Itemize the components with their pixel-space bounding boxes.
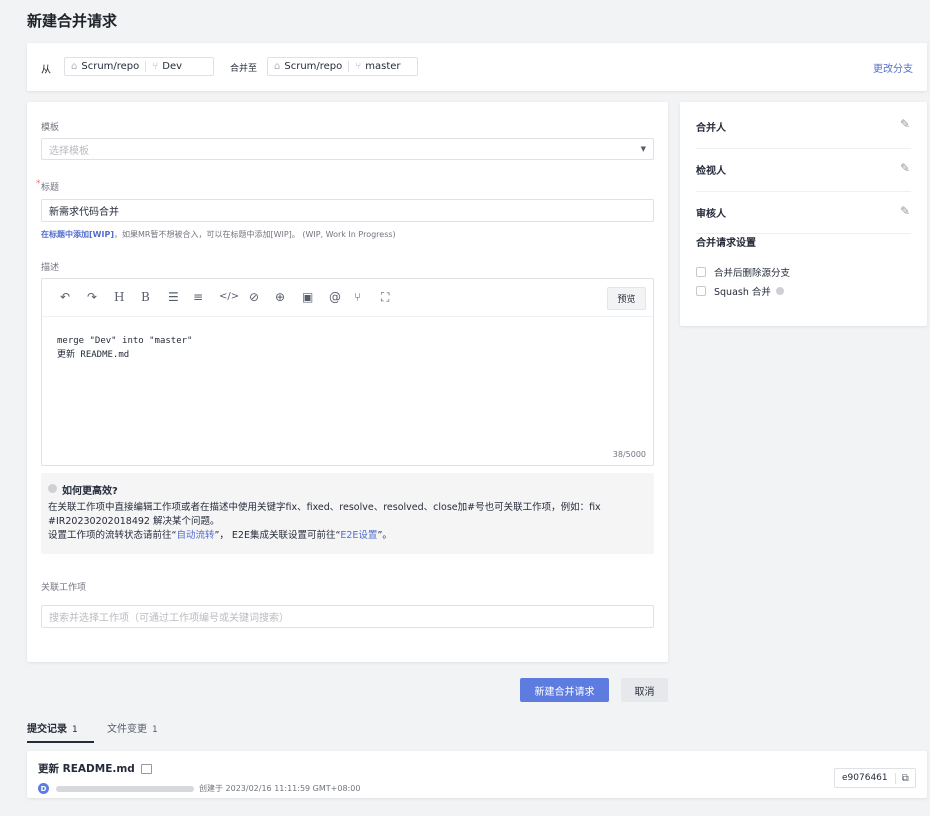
create-merge-request-button[interactable]: 新建合并请求 (520, 678, 609, 702)
target-repo: Scrum/repo (284, 61, 343, 72)
tips-panel: 如何更高效? 在关联工作项中直接编辑工作项或者在描述中使用关键字fix、fixe… (41, 473, 654, 554)
edit-icon[interactable]: ✎ (900, 117, 910, 131)
author-name-redacted (56, 786, 194, 792)
commit-item: 更新 README.md D 创建于 2023/02/16 11:11:59 G… (27, 751, 927, 798)
merge-request-form: 模板 选择模板 ▼ * 标题 新需求代码合并 在标题中添加[WIP]，如果MR暂… (27, 102, 668, 662)
template-placeholder: 选择模板 (49, 145, 89, 157)
tips-line: 在关联工作项中直接编辑工作项或者在描述中使用关键字fix、fixed、resol… (48, 502, 601, 513)
repo-icon: ⌂ (274, 61, 281, 72)
source-repo: Scrum/repo (81, 61, 140, 72)
description-label: 描述 (41, 263, 60, 273)
undo-icon[interactable]: ↶ (60, 290, 70, 304)
commit-hash-text: e9076461 (842, 773, 888, 783)
repo-icon: ⌂ (71, 61, 78, 72)
edit-icon[interactable]: ✎ (900, 161, 910, 175)
target-branch-select[interactable]: ⌂ Scrum/repo ⑂ master (267, 57, 418, 76)
squash-option[interactable]: Squash 合并 (696, 284, 784, 298)
tips-line: 设置工作项的流转状态请前往“自动流转”， E2E集成关联设置可前往“E2E设置”… (48, 530, 392, 541)
work-item-label: 关联工作项 (41, 583, 87, 593)
template-label: 模板 (41, 123, 60, 133)
wip-link[interactable]: 在标题中添加[WIP] (41, 230, 114, 239)
ordered-list-icon[interactable]: ≡ (193, 290, 203, 304)
insert-icon[interactable]: ⊕ (275, 290, 285, 304)
image-icon[interactable]: ▣ (302, 290, 313, 304)
from-label: 从 (41, 65, 51, 76)
merger-label: 合并人 (696, 123, 726, 134)
wip-hint: 在标题中添加[WIP]，如果MR暂不想被合入，可以在标题中添加[WIP]。 (W… (41, 229, 396, 240)
tab-commits[interactable]: 提交记录 1 (27, 720, 78, 735)
description-line: merge "Dev" into "master" (57, 336, 193, 346)
title-value: 新需求代码合并 (49, 207, 119, 218)
help-icon[interactable] (775, 287, 784, 295)
title-input[interactable]: 新需求代码合并 (41, 199, 654, 222)
checkbox[interactable] (696, 286, 706, 296)
tips-title: 如何更高效? (62, 486, 118, 497)
copy-icon[interactable]: ⧉ (894, 772, 915, 784)
bullet-list-icon[interactable]: ☰ (168, 290, 179, 304)
editor-toolbar: ↶ ↷ H B ☰ ≡ </> ⊘ ⊕ ▣ @ ⑂ ⛶ 预览 (42, 279, 653, 317)
description-line: 更新 README.md (57, 350, 130, 360)
source-branch-select[interactable]: ⌂ Scrum/repo ⑂ Dev (64, 57, 214, 76)
message-icon[interactable] (140, 763, 152, 774)
side-panel: 合并人 ✎ 检视人 ✎ 审核人 ✎ 合并请求设置 合并后删除源分支 Squash… (680, 102, 927, 326)
tab-count: 1 (152, 725, 158, 735)
wip-text: ，如果MR暂不想被合入，可以在标题中添加[WIP]。 (WIP, Work In… (113, 230, 396, 239)
branch-icon: ⑂ (152, 61, 159, 72)
title-label: 标题 (41, 183, 60, 193)
description-editor: ↶ ↷ H B ☰ ≡ </> ⊘ ⊕ ▣ @ ⑂ ⛶ 预览 merge "De… (41, 278, 654, 466)
tab-file-changes[interactable]: 文件变更 1 (107, 720, 158, 735)
reviewer-label: 检视人 (696, 166, 726, 177)
bold-icon[interactable]: B (141, 290, 150, 304)
commit-hash: e9076461 ⧉ (834, 768, 916, 788)
branch-icon: ⑂ (355, 61, 362, 72)
preview-button[interactable]: 预览 (607, 287, 646, 310)
tab-count: 1 (72, 725, 78, 735)
chevron-down-icon: ▼ (640, 145, 646, 153)
avatar: D (38, 783, 49, 794)
required-mark: * (36, 179, 41, 189)
heading-icon[interactable]: H (114, 290, 124, 304)
page-title: 新建合并请求 (27, 12, 118, 30)
target-branch: master (365, 61, 401, 72)
commit-title[interactable]: 更新 README.md (38, 761, 152, 776)
redo-icon[interactable]: ↷ (87, 290, 97, 304)
branch-bar: 从 ⌂ Scrum/repo ⑂ Dev 合并至 ⌂ Scrum/repo ⑂ … (27, 43, 927, 91)
to-label: 合并至 (230, 64, 258, 74)
settings-title: 合并请求设置 (696, 238, 756, 249)
delete-source-option[interactable]: 合并后删除源分支 (696, 265, 790, 279)
work-item-placeholder: 搜索并选择工作项（可通过工作项编号或关键词搜索） (49, 613, 289, 624)
mention-icon[interactable]: @ (329, 290, 341, 304)
change-branch-link[interactable]: 更改分支 (873, 60, 913, 75)
description-textarea[interactable]: merge "Dev" into "master" 更新 README.md (57, 334, 192, 362)
char-count: 38/5000 (612, 450, 646, 459)
info-icon (48, 484, 57, 493)
merge-request-icon[interactable]: ⑂ (354, 290, 361, 304)
e2e-settings-link[interactable]: E2E设置 (340, 530, 377, 541)
edit-icon[interactable]: ✎ (900, 204, 910, 218)
work-item-search[interactable]: 搜索并选择工作项（可通过工作项编号或关键词搜索） (41, 605, 654, 628)
tips-line: #IR20230202018492 解决某个问题。 (48, 516, 220, 527)
active-tab-indicator (27, 741, 94, 743)
commit-time: 创建于 2023/02/16 11:11:59 GMT+08:00 (199, 784, 361, 793)
cancel-button[interactable]: 取消 (621, 678, 668, 702)
fullscreen-icon[interactable]: ⛶ (381, 290, 389, 305)
tips-body: 在关联工作项中直接编辑工作项或者在描述中使用关键字fix、fixed、resol… (48, 501, 648, 543)
checkbox[interactable] (696, 267, 706, 277)
auto-flow-link[interactable]: 自动流转 (176, 530, 214, 541)
template-select[interactable]: 选择模板 ▼ (41, 138, 654, 160)
source-branch: Dev (162, 61, 183, 72)
link-icon[interactable]: ⊘ (249, 290, 259, 304)
code-icon[interactable]: </> (219, 291, 239, 302)
approver-label: 审核人 (696, 209, 726, 220)
